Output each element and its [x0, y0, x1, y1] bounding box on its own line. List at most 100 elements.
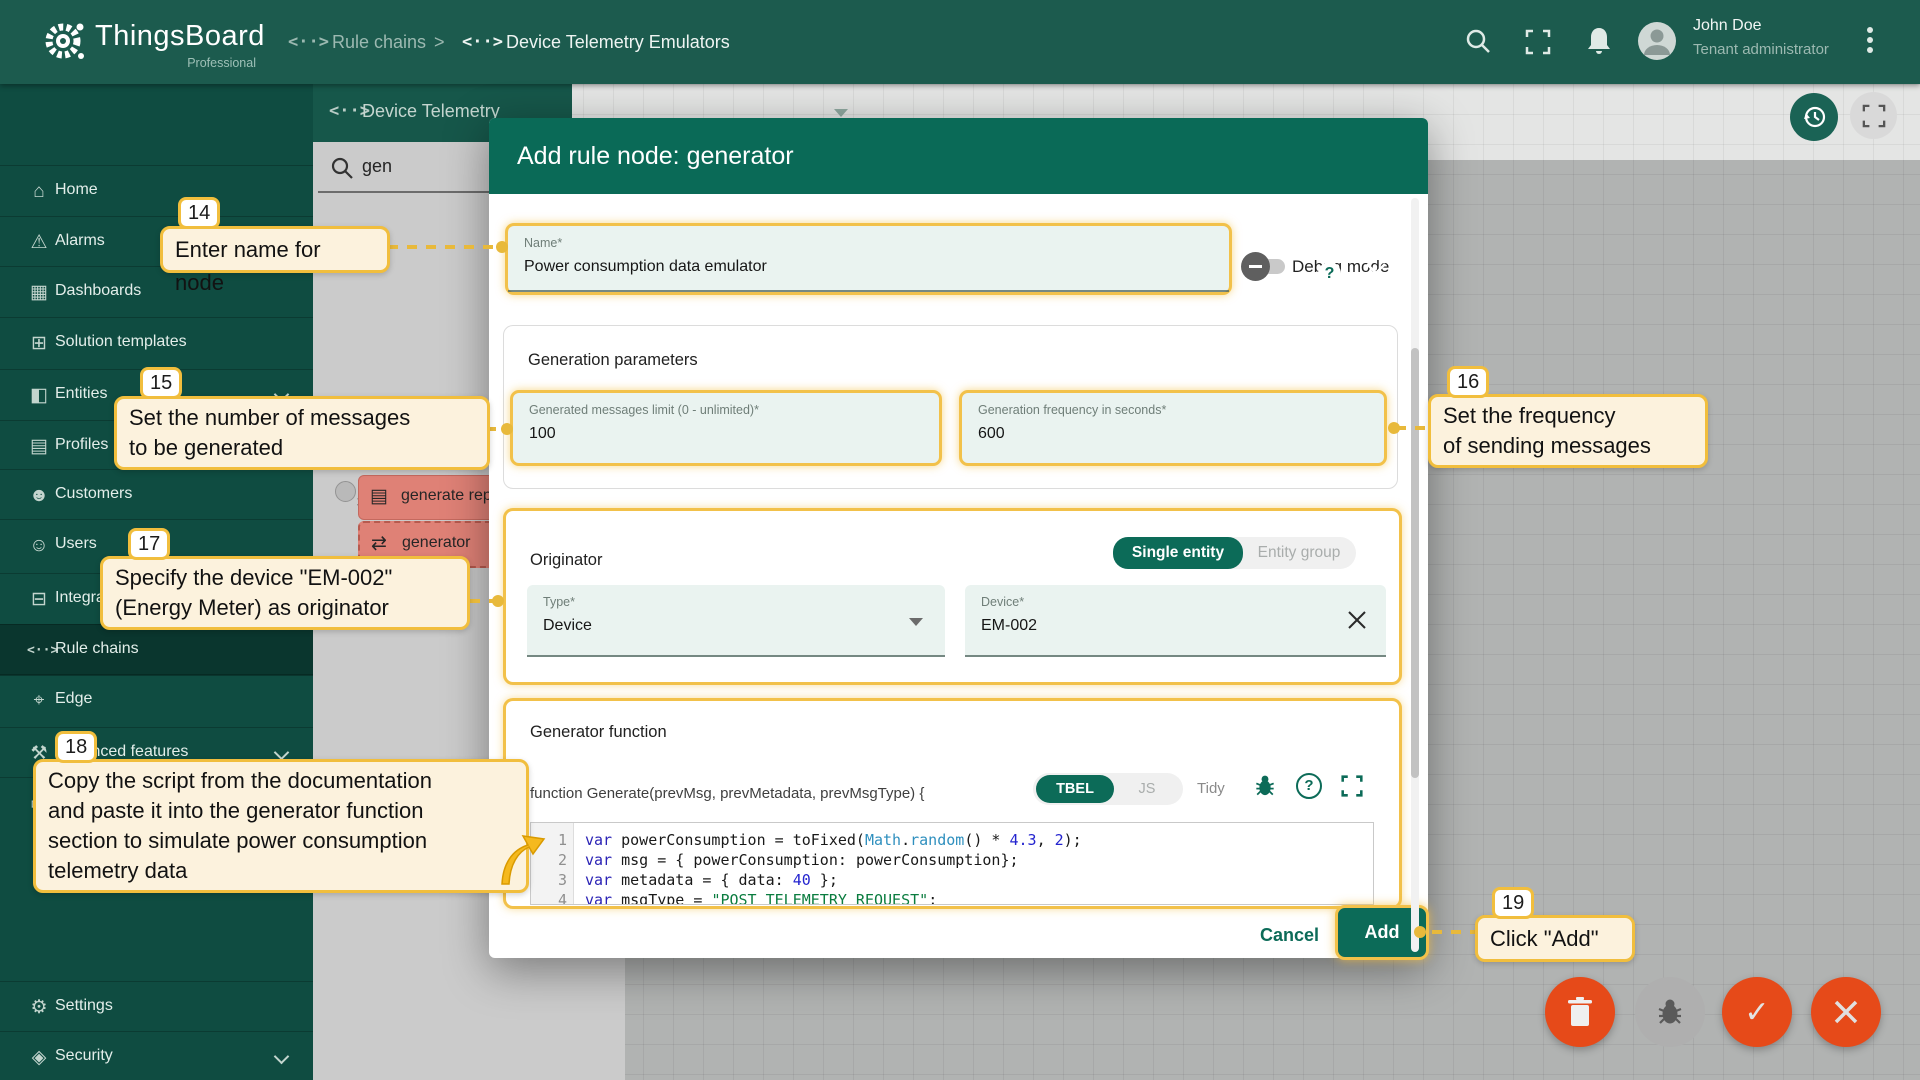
scrollbar-thumb[interactable]: [1411, 348, 1419, 778]
report-doc-icon: ▤: [370, 485, 388, 508]
callout-17: Specify the device "EM-002" (Energy Mete…: [100, 556, 470, 630]
line-number: 4: [537, 891, 567, 905]
frequency-field[interactable]: Generation frequency in seconds* 600: [959, 390, 1387, 466]
js-chip[interactable]: JS: [1117, 775, 1177, 803]
chevron-down-icon: [274, 745, 290, 761]
sidebar-item-label: Customers: [55, 485, 132, 503]
callout-19: Click "Add": [1475, 915, 1635, 962]
code-editor[interactable]: 1234 var powerConsumption = toFixed(Math…: [530, 822, 1374, 905]
sidebar-item-label: Home: [55, 181, 98, 199]
connector-dot-17: [492, 595, 504, 607]
dialog-header: Add rule node: generator: [489, 118, 1428, 194]
sidebar-item-security[interactable]: ◈Security: [0, 1031, 313, 1080]
callout-15: Set the number of messages to be generat…: [114, 396, 490, 470]
sidebar-item-settings[interactable]: ⚙Settings: [0, 981, 313, 1033]
solution-templates-icon: ⊞: [27, 332, 51, 356]
palette-search-icon: [330, 156, 354, 180]
top-bar: ThingsBoard Professional <··> Rule chain…: [0, 0, 1920, 84]
step-badge-15: 15: [140, 367, 182, 399]
callout-18: Copy the script from the documentation a…: [33, 759, 529, 893]
editor-fullscreen-icon[interactable]: [1341, 775, 1363, 797]
app-title: ThingsBoard: [95, 20, 265, 53]
sidebar-item-dashboards[interactable]: ▦Dashboards: [0, 266, 313, 318]
notifications-bell-icon[interactable]: [1584, 25, 1614, 57]
palette-search-input[interactable]: gen: [362, 156, 392, 177]
add-rule-node-dialog: Add rule node: generator ? Name* Power c…: [489, 118, 1428, 958]
clear-device-icon[interactable]: [1346, 609, 1368, 631]
chevron-down-icon: [274, 1049, 290, 1065]
debug-script-bug-icon[interactable]: [1252, 773, 1278, 799]
script-language-toggle[interactable]: TBEL JS: [1033, 773, 1183, 805]
settings-icon: ⚙: [27, 996, 51, 1020]
connector-dot-15: [501, 423, 513, 435]
debug-fab: [1635, 977, 1705, 1047]
sidebar-item-solution-templates[interactable]: ⊞Solution templates: [0, 317, 313, 369]
user-name: John Doe: [1693, 17, 1762, 35]
step-badge-19: 19: [1492, 887, 1534, 919]
sidebar-item-label: Solution templates: [55, 333, 187, 351]
current-chain-breadcrumb-icon: <··>: [462, 30, 503, 54]
screen: ThingsBoard Professional <··> Rule chain…: [0, 0, 1920, 1080]
breadcrumb-parent[interactable]: Rule chains: [332, 30, 426, 54]
tidy-button[interactable]: Tidy: [1197, 780, 1225, 797]
sidebar-item-label: Profiles: [55, 436, 108, 454]
sidebar-item-label: Security: [55, 1047, 113, 1065]
security-icon: ◈: [27, 1046, 51, 1070]
cancel-button[interactable]: Cancel: [1260, 925, 1319, 946]
help-icon[interactable]: ?: [1318, 262, 1341, 285]
search-icon[interactable]: [1464, 27, 1492, 55]
originator-device-field[interactable]: Device* EM-002: [965, 585, 1386, 657]
sidebar-item-edge[interactable]: ⌖Edge: [0, 674, 313, 726]
generation-parameters-card: Generation parameters Generated messages…: [503, 325, 1398, 489]
version-history-button[interactable]: [1790, 93, 1838, 141]
name-field[interactable]: Name* Power consumption data emulator: [505, 223, 1232, 295]
delete-fab[interactable]: [1545, 977, 1615, 1047]
sidebar-item-customers[interactable]: ☻Customers: [0, 469, 313, 521]
single-entity-chip[interactable]: Single entity: [1113, 537, 1243, 569]
sidebar-item-label: Users: [55, 535, 97, 553]
messages-limit-field[interactable]: Generated messages limit (0 - unlimited)…: [510, 390, 942, 466]
script-help-icon[interactable]: ?: [1296, 773, 1322, 799]
sidebar-item-label: Entities: [55, 385, 107, 403]
originator-type-select[interactable]: Type* Device: [527, 585, 945, 657]
sidebar-item-label: Alarms: [55, 232, 105, 250]
edge-icon: ⌖: [27, 689, 51, 713]
originator-card: Originator Single entity Entity group Ty…: [503, 508, 1402, 685]
sidebar-item-home[interactable]: ⌂Home: [0, 165, 313, 217]
kebab-menu-icon[interactable]: [1866, 26, 1874, 56]
function-signature: function Generate(prevMsg, prevMetadata,…: [530, 785, 924, 802]
code-line-2: var msg = { powerConsumption: powerConsu…: [585, 851, 1019, 869]
step-badge-16: 16: [1447, 366, 1489, 398]
canvas-fullscreen-button[interactable]: [1850, 92, 1897, 139]
close-icon[interactable]: [1364, 261, 1388, 285]
discard-changes-fab[interactable]: [1811, 977, 1881, 1047]
generator-icon: ⇄: [371, 532, 387, 555]
sidebar-item-label: Edge: [55, 690, 92, 708]
callout-16: Set the frequency of sending messages: [1428, 394, 1708, 468]
chevron-down-icon[interactable]: [834, 109, 848, 117]
check-icon: ✓: [1744, 995, 1769, 1030]
sidebar-item-label: Settings: [55, 997, 113, 1015]
profiles-icon: ▤: [27, 435, 51, 459]
connector-16: [1396, 426, 1428, 430]
callout-14: Enter name for node: [160, 226, 390, 273]
select-caret-icon: [909, 618, 923, 626]
node-checkbox[interactable]: [335, 481, 356, 502]
sidebar-item-label: Dashboards: [55, 282, 141, 300]
apply-changes-fab[interactable]: ✓: [1722, 977, 1792, 1047]
dialog-scrollbar[interactable]: [1411, 198, 1419, 952]
connector-dot-19: [1414, 926, 1426, 938]
fullscreen-icon[interactable]: [1525, 29, 1551, 55]
sidebar-item-rule-chains[interactable]: <··>Rule chains: [0, 624, 313, 676]
avatar[interactable]: [1638, 22, 1676, 60]
code-line-1: var powerConsumption = toFixed(Math.rand…: [585, 831, 1082, 849]
entities-icon: ◧: [27, 384, 51, 408]
entity-group-chip[interactable]: Entity group: [1245, 537, 1353, 569]
users-icon: ☺: [27, 534, 51, 558]
debug-toggle-thumb[interactable]: [1241, 252, 1270, 281]
entity-mode-toggle[interactable]: Single entity Entity group: [1113, 537, 1356, 569]
dashboards-icon: ▦: [27, 281, 51, 305]
code-line-3: var metadata = { data: 40 };: [585, 871, 838, 889]
tbel-chip[interactable]: TBEL: [1036, 775, 1114, 803]
home-icon: ⌂: [27, 180, 51, 204]
